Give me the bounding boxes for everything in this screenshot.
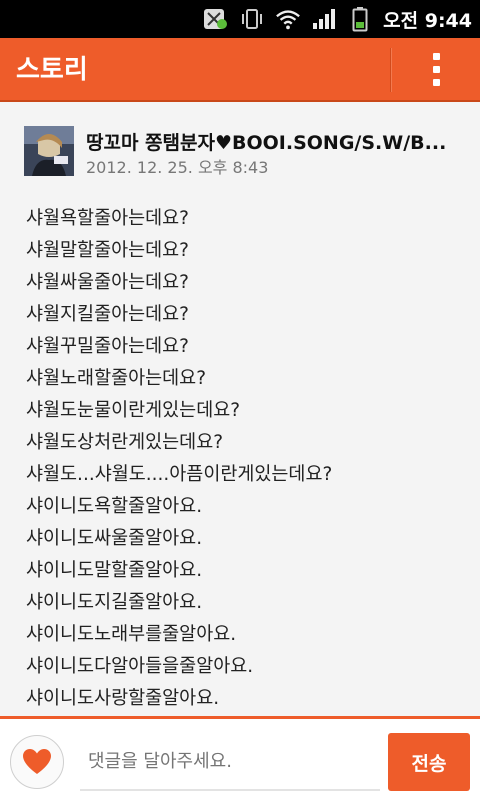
wifi-icon [275, 6, 301, 32]
heart-icon [23, 749, 51, 774]
post-line: 샤월노래할줄아는데요? [26, 368, 207, 389]
avatar[interactable] [24, 126, 74, 176]
post-line: 샤이니도말할줄알아요. [26, 560, 203, 581]
appbar-divider [390, 48, 392, 92]
post-content: 샤월욕할줄아는데요? 샤월말할줄아는데요? 샤월싸울줄아는데요? 샤월지킬줄아는… [0, 182, 480, 720]
app-bar: 스토리 [0, 38, 480, 102]
post-line: 샤이니도지길줄알아요. [26, 592, 203, 613]
sync-icon [203, 6, 229, 32]
post-header: 땅꼬마 쫑탬분자♥BOOI.SONG/S.W/B... 2012. 12. 25… [0, 102, 480, 182]
page-title: 스토리 [16, 55, 88, 85]
post-line: 샤이니도사랑할줄알아요. [26, 688, 220, 709]
status-time: 오전 9:44 [383, 9, 472, 32]
overflow-menu-icon [432, 52, 440, 60]
battery-icon [347, 6, 373, 32]
comment-input[interactable] [76, 735, 376, 787]
post-date: 2012. 12. 25. 오후 8:43 [86, 158, 269, 177]
post-line: 샤이니도노래부를줄알아요. [26, 624, 237, 645]
comment-bar: 전송 [0, 716, 480, 800]
post-line: 샤월도상처란게있는데요? [26, 432, 224, 453]
signal-icon [311, 6, 337, 32]
send-button[interactable]: 전송 [388, 733, 470, 791]
post-line: 샤이니도욕할줄알아요. [26, 496, 203, 517]
vibrate-icon [239, 6, 265, 32]
post-line: 샤월도눈물이란게있는데요? [26, 400, 241, 421]
post-line: 샤이니도싸울줄알아요. [26, 528, 203, 549]
post-line: 샤월싸울줄아는데요? [26, 272, 189, 293]
status-bar: 오전 9:44 [0, 0, 480, 38]
comment-input-underline [80, 789, 380, 791]
post-line: 샤이니도다알아들을줄알아요. [26, 656, 254, 677]
post-author[interactable]: 땅꼬마 쫑탬분자♥BOOI.SONG/S.W/B... [86, 128, 466, 155]
post-line: 샤월욕할줄아는데요? [26, 208, 189, 229]
post-line: 샤월지킬줄아는데요? [26, 304, 189, 325]
like-button[interactable] [10, 735, 64, 789]
post-line: 샤월도...샤월도....아픔이란게있는데요? [26, 464, 333, 485]
post-line: 샤월말할줄아는데요? [26, 240, 189, 261]
overflow-menu-button[interactable] [400, 38, 472, 100]
post-line: 샤월꾸밀줄아는데요? [26, 336, 189, 357]
